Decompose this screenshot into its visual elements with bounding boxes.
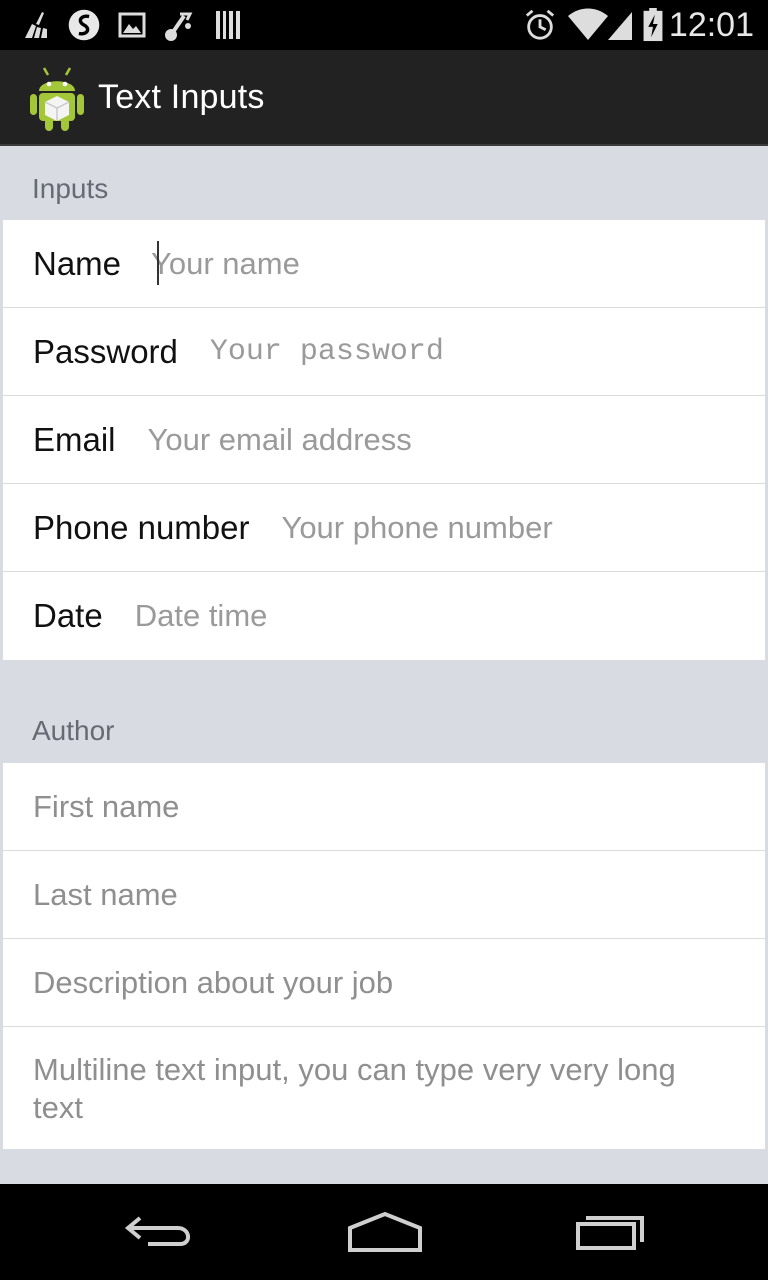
image-icon	[118, 12, 146, 38]
date-row[interactable]: Date	[3, 572, 765, 660]
text-cursor	[157, 241, 159, 285]
last-name-row[interactable]	[3, 851, 765, 939]
email-label: Email	[33, 420, 116, 458]
android-robot-icon[interactable]	[28, 64, 86, 132]
phone-input[interactable]	[281, 497, 765, 558]
multiline-row[interactable]	[3, 1027, 765, 1149]
section-header-author: Author	[32, 715, 115, 746]
name-label: Name	[33, 244, 122, 282]
first-name-input[interactable]	[33, 776, 765, 837]
description-row[interactable]	[3, 939, 765, 1027]
password-input[interactable]	[209, 321, 765, 382]
password-row[interactable]: Password	[3, 308, 765, 396]
swiftkey-icon	[68, 9, 100, 41]
name-row[interactable]: Name	[3, 220, 765, 308]
inputs-card: Name Password Email Phone number Date	[3, 220, 765, 660]
phone-label: Phone number	[33, 508, 250, 546]
status-bar: 12:01	[0, 0, 768, 50]
last-name-input[interactable]	[33, 864, 765, 925]
alarm-icon	[525, 9, 555, 40]
recents-icon[interactable]	[568, 1206, 658, 1258]
barcode-icon	[216, 11, 240, 39]
first-name-row[interactable]	[3, 763, 765, 851]
date-input[interactable]	[134, 586, 765, 646]
section-header-inputs: Inputs	[32, 173, 109, 204]
cleaner-icon	[25, 12, 47, 38]
wifi-icon	[568, 8, 608, 40]
phone-row[interactable]: Phone number	[3, 484, 765, 572]
author-card	[3, 763, 765, 1149]
date-label: Date	[33, 597, 103, 634]
email-row[interactable]: Email	[3, 396, 765, 484]
app-title: Text Inputs	[98, 78, 265, 116]
battery-charging-icon	[643, 8, 663, 42]
multiline-input[interactable]	[33, 1051, 733, 1141]
back-icon[interactable]	[116, 1206, 206, 1258]
home-icon[interactable]	[340, 1206, 430, 1258]
password-label: Password	[33, 332, 178, 370]
signal-icon	[608, 12, 632, 40]
usb-debug-icon	[165, 12, 193, 41]
description-input[interactable]	[33, 952, 765, 1013]
clock-time: 12:01	[668, 6, 754, 44]
email-input[interactable]	[147, 409, 765, 470]
navigation-bar	[0, 1184, 768, 1280]
form-content[interactable]: Inputs Name Password Email Phone number …	[0, 146, 768, 1184]
action-bar: Text Inputs	[0, 50, 768, 146]
name-input[interactable]	[151, 233, 765, 294]
